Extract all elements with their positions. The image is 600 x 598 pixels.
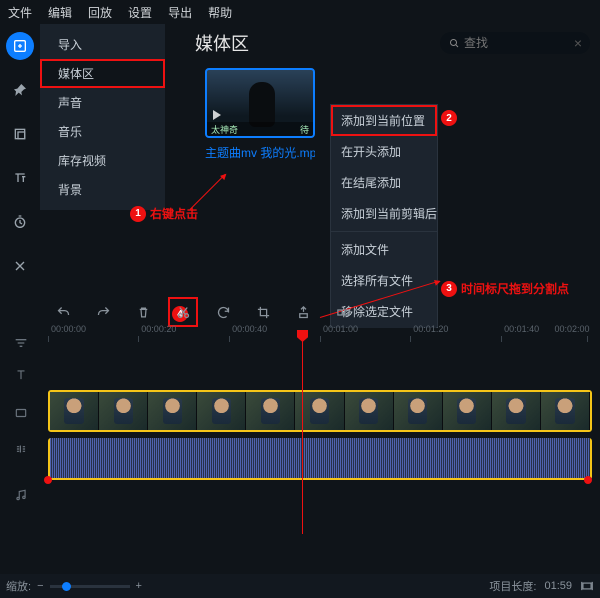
submenu-music[interactable]: 音乐 [40,117,165,146]
menu-edit[interactable]: 编辑 [48,4,72,21]
submenu-media[interactable]: 媒体区 [40,59,165,88]
tl-text-track-icon[interactable] [12,366,30,384]
tbtn-marker[interactable] [288,297,318,327]
rail-add-media[interactable] [6,32,34,60]
search-icon [448,37,460,49]
tl-filter-icon[interactable] [12,334,30,352]
annotation-3: 3 时间标尺拖到分割点 [441,280,569,297]
zoom-out-icon[interactable]: − [37,580,43,592]
menu-replay[interactable]: 回放 [88,4,112,21]
rail-tools[interactable] [6,252,34,280]
project-length-label: 项目长度: [489,578,536,594]
left-rail [0,24,40,280]
fit-icon[interactable] [580,579,594,593]
menu-help[interactable]: 帮助 [208,4,232,21]
submenu-import[interactable]: 导入 [40,30,165,59]
tbtn-crop[interactable] [248,297,278,327]
annotation-badge-1: 1 [130,206,146,222]
search-box[interactable]: × [440,32,590,54]
menubar[interactable]: 文件 编辑 回放 设置 导出 帮助 [0,0,600,25]
playhead[interactable] [302,330,303,534]
submenu-background[interactable]: 背景 [40,175,165,204]
clip-handle-left[interactable] [44,476,52,484]
tbtn-undo[interactable] [48,297,78,327]
rail-text[interactable] [6,164,34,192]
tbtn-cut[interactable] [168,297,198,327]
status-bar: 缩放: − + 项目长度: 01:59 [0,574,600,598]
annotation-1: 1 右键点击 [130,205,198,222]
tbtn-redo[interactable] [88,297,118,327]
play-overlay-icon[interactable] [213,110,221,120]
project-length-value: 01:59 [544,580,572,592]
zoom-label: 缩放: [6,578,31,594]
zoom-slider[interactable] [50,585,130,588]
rail-crop[interactable] [6,120,34,148]
search-input[interactable] [464,36,564,50]
menu-export[interactable]: 导出 [168,4,192,21]
zoom-in-icon[interactable]: + [136,580,142,592]
submenu-sound[interactable]: 声音 [40,88,165,117]
rail-pin[interactable] [6,76,34,104]
tl-video-track-icon[interactable] [12,404,30,422]
section-title: 媒体区 [195,30,249,56]
clip-handle-right[interactable] [584,476,592,484]
tl-audio-track-icon[interactable] [12,486,30,504]
ctx-add-begin[interactable]: 在开头添加 [331,136,437,167]
ctx-select-all[interactable]: 选择所有文件 [331,265,437,296]
thumb-meta-right: 待 [300,123,309,136]
ctx-add-end[interactable]: 在结尾添加 [331,167,437,198]
tbtn-delete[interactable] [128,297,158,327]
annotation-badge-3: 3 [441,281,457,297]
search-clear-icon[interactable]: × [574,35,582,51]
video-track[interactable] [48,390,592,432]
tl-settings-track-icon[interactable] [12,440,30,458]
thumb-meta-left: 太神奇 [211,123,238,136]
rail-timer[interactable] [6,208,34,236]
audio-track[interactable] [48,438,592,480]
ctx-add-after[interactable]: 添加到当前剪辑后 [331,198,437,229]
tbtn-rotate[interactable] [208,297,238,327]
timeline[interactable]: 00:00:00 00:00:20 00:00:40 00:01:00 00:0… [0,328,600,574]
thumbnail-label: 主题曲mv 我的光.mp4 [205,144,315,161]
annotation-badge-2: 2 [441,110,457,126]
submenu-stock[interactable]: 库存视频 [40,146,165,175]
menu-settings[interactable]: 设置 [128,4,152,21]
media-thumbnail[interactable]: 太神奇 待 主题曲mv 我的光.mp4 [205,68,315,161]
tbtn-transition[interactable] [328,297,358,327]
timeline-ruler[interactable]: 00:00:00 00:00:20 00:00:40 00:01:00 00:0… [48,336,592,354]
annotation-2: 2 [441,110,457,126]
ctx-add-current[interactable]: 添加到当前位置 [331,105,437,136]
menu-file[interactable]: 文件 [8,4,32,21]
ctx-add-file[interactable]: 添加文件 [331,234,437,265]
submenu: 导入 媒体区 声音 音乐 库存视频 背景 [40,24,165,210]
